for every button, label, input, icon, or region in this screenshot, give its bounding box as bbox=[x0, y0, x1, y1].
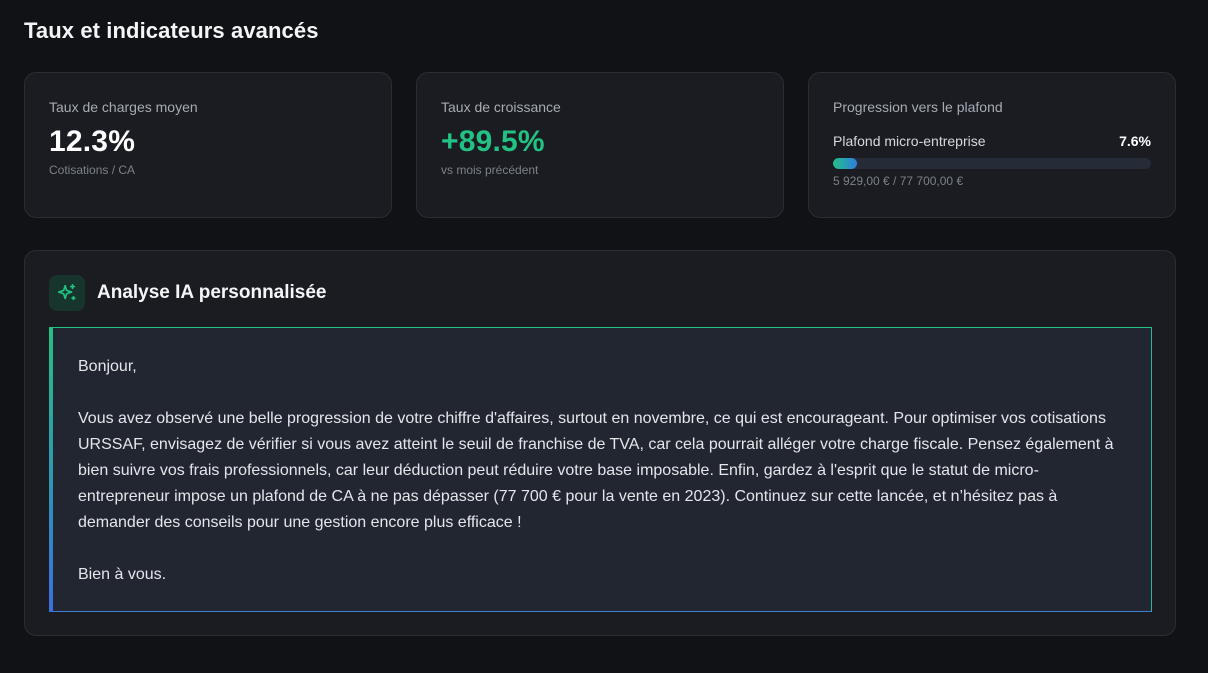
ai-closing: Bien à vous. bbox=[78, 566, 167, 583]
ai-analysis-header: Analyse IA personnalisée bbox=[49, 275, 327, 311]
stats-row: Taux de charges moyen 12.3% Cotisations … bbox=[24, 72, 1176, 218]
growth-rate-card: Taux de croissance +89.5% vs mois précéd… bbox=[416, 72, 784, 218]
charges-rate-value: 12.3% bbox=[49, 125, 136, 158]
plafond-progress-track bbox=[833, 158, 1151, 169]
sparkles-icon bbox=[49, 275, 85, 311]
charges-rate-sub: Cotisations / CA bbox=[49, 163, 136, 177]
plafond-percent: 7.6% bbox=[1119, 133, 1151, 149]
ai-analysis-message: Bonjour, Vous avez observé une belle pro… bbox=[49, 327, 1152, 612]
ai-greeting: Bonjour, bbox=[78, 358, 137, 375]
growth-rate-label: Taux de croissance bbox=[441, 99, 561, 115]
ai-analysis-title: Analyse IA personnalisée bbox=[97, 282, 327, 303]
plafond-progress-fill bbox=[833, 158, 858, 169]
plafond-row: Plafond micro-entreprise 7.6% bbox=[833, 133, 1151, 149]
ai-body: Vous avez observé une belle progression … bbox=[78, 410, 1114, 531]
growth-rate-value: +89.5% bbox=[441, 125, 545, 158]
plafond-card: Progression vers le plafond Plafond micr… bbox=[808, 72, 1176, 218]
charges-rate-card: Taux de charges moyen 12.3% Cotisations … bbox=[24, 72, 392, 218]
dashboard-page: Taux et indicateurs avancés Taux de char… bbox=[0, 0, 1208, 673]
growth-rate-sub: vs mois précédent bbox=[441, 163, 539, 177]
plafond-name: Plafond micro-entreprise bbox=[833, 133, 986, 149]
plafond-amount: 5 929,00 € / 77 700,00 € bbox=[833, 174, 964, 188]
plafond-label: Progression vers le plafond bbox=[833, 99, 1003, 115]
section-title: Taux et indicateurs avancés bbox=[24, 18, 319, 43]
charges-rate-label: Taux de charges moyen bbox=[49, 99, 198, 115]
ai-analysis-card: Analyse IA personnalisée Bonjour, Vous a… bbox=[24, 250, 1176, 636]
